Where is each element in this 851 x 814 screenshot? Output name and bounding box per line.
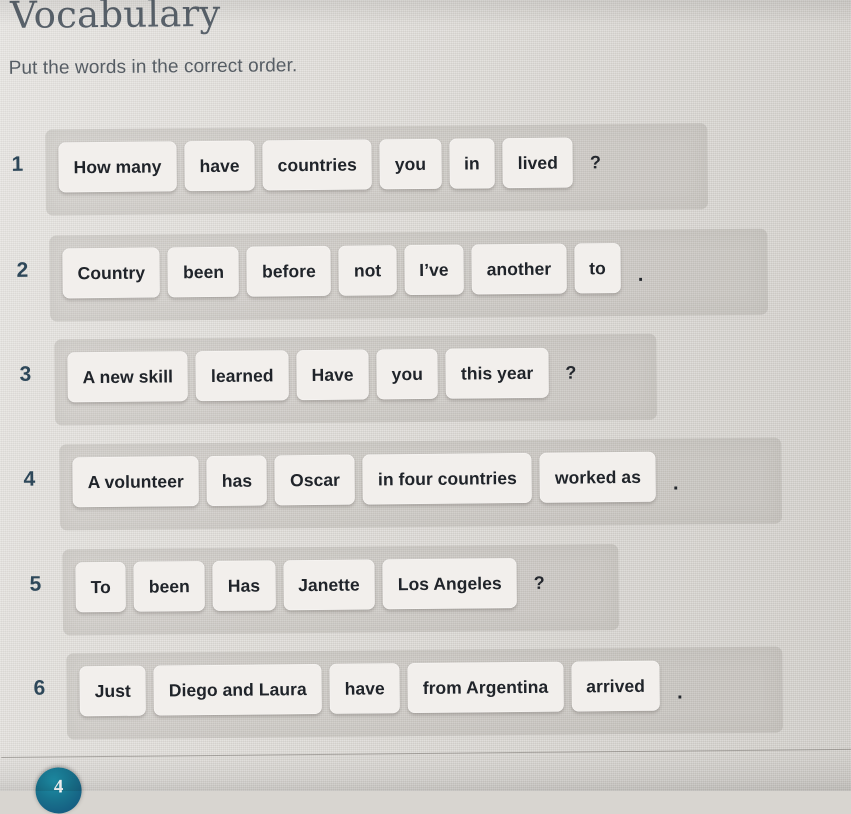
word-chip[interactable]: How many — [58, 141, 177, 193]
word-chip[interactable]: arrived — [571, 660, 661, 712]
word-chip[interactable]: another — [471, 243, 567, 295]
word-chip[interactable]: has — [206, 455, 268, 507]
word-chip[interactable]: Diego and Laura — [153, 663, 322, 716]
word-chip[interactable]: To — [75, 561, 127, 613]
exercise-number: 5 — [29, 572, 42, 596]
word-chip[interactable]: countries — [262, 139, 373, 191]
sentence-punctuation: . — [637, 263, 644, 286]
word-chip-strip: A volunteer has Oscar in four countries work… — [72, 451, 682, 508]
word-chip[interactable]: A volunteer — [72, 456, 200, 508]
word-chip[interactable]: you — [376, 348, 439, 400]
word-chip[interactable]: not — [338, 245, 397, 296]
app-background: Vocabulary Put the words in the correct … — [0, 0, 851, 814]
sentence-punctuation: ? — [533, 572, 545, 593]
page-title: Vocabulary — [9, 0, 221, 37]
word-chip[interactable]: Country — [62, 247, 161, 299]
word-chip[interactable]: been — [167, 246, 240, 298]
exercise-number: 6 — [33, 676, 46, 700]
word-chip[interactable]: have — [184, 140, 255, 192]
word-chip[interactable]: to — [573, 243, 622, 294]
word-chip[interactable]: lived — [502, 137, 574, 189]
sentence-punctuation: ? — [565, 361, 577, 383]
word-chip[interactable]: Oscar — [274, 454, 356, 506]
word-chip-strip: To been Has Janette Los Angeles? — [75, 558, 549, 613]
word-chip[interactable]: in four countries — [362, 452, 533, 505]
sentence-punctuation: . — [676, 680, 683, 704]
floating-action-button[interactable]: 4 — [35, 767, 82, 814]
word-chip[interactable]: in — [448, 138, 495, 189]
sentence-punctuation: . — [672, 472, 679, 495]
word-chip[interactable]: been — [133, 561, 206, 612]
word-chip[interactable]: Janette — [282, 559, 376, 611]
word-chip[interactable]: before — [246, 245, 332, 297]
word-chip[interactable]: I’ve — [404, 244, 464, 296]
exercise-number: 1 — [11, 152, 24, 176]
word-chip[interactable]: Just — [79, 665, 147, 717]
floating-action-button-label: 4 — [53, 776, 64, 798]
word-chip[interactable]: Los Angeles — [382, 558, 517, 610]
word-chip[interactable]: from Argentina — [407, 661, 564, 714]
word-chip[interactable]: learned — [195, 350, 289, 402]
word-chip-strip: Country been before not I’ve another to. — [62, 243, 647, 299]
word-chip-strip: How many have countries you in lived? — [58, 137, 605, 193]
word-chip-strip: Just Diego and Laura have from Argentina arr… — [79, 660, 686, 717]
footer-divider — [1, 748, 851, 759]
sentence-punctuation: ? — [589, 151, 601, 172]
word-chip[interactable]: have — [329, 663, 401, 714]
exercise-number: 4 — [23, 467, 36, 491]
worksheet-content: Vocabulary Put the words in the correct … — [0, 0, 851, 814]
word-chip-strip: A new skill learned Have you this year? — [67, 347, 580, 403]
word-chip[interactable]: Have — [296, 349, 369, 401]
word-chip[interactable]: A new skill — [67, 351, 189, 403]
exercise-number: 2 — [16, 258, 29, 282]
word-chip[interactable]: Has — [212, 560, 276, 611]
exercise-number: 3 — [19, 362, 32, 386]
instruction-text: Put the words in the correct order. — [8, 55, 298, 79]
word-chip[interactable]: you — [379, 138, 442, 190]
word-chip[interactable]: this year — [445, 347, 549, 399]
word-chip[interactable]: worked as — [539, 451, 657, 503]
